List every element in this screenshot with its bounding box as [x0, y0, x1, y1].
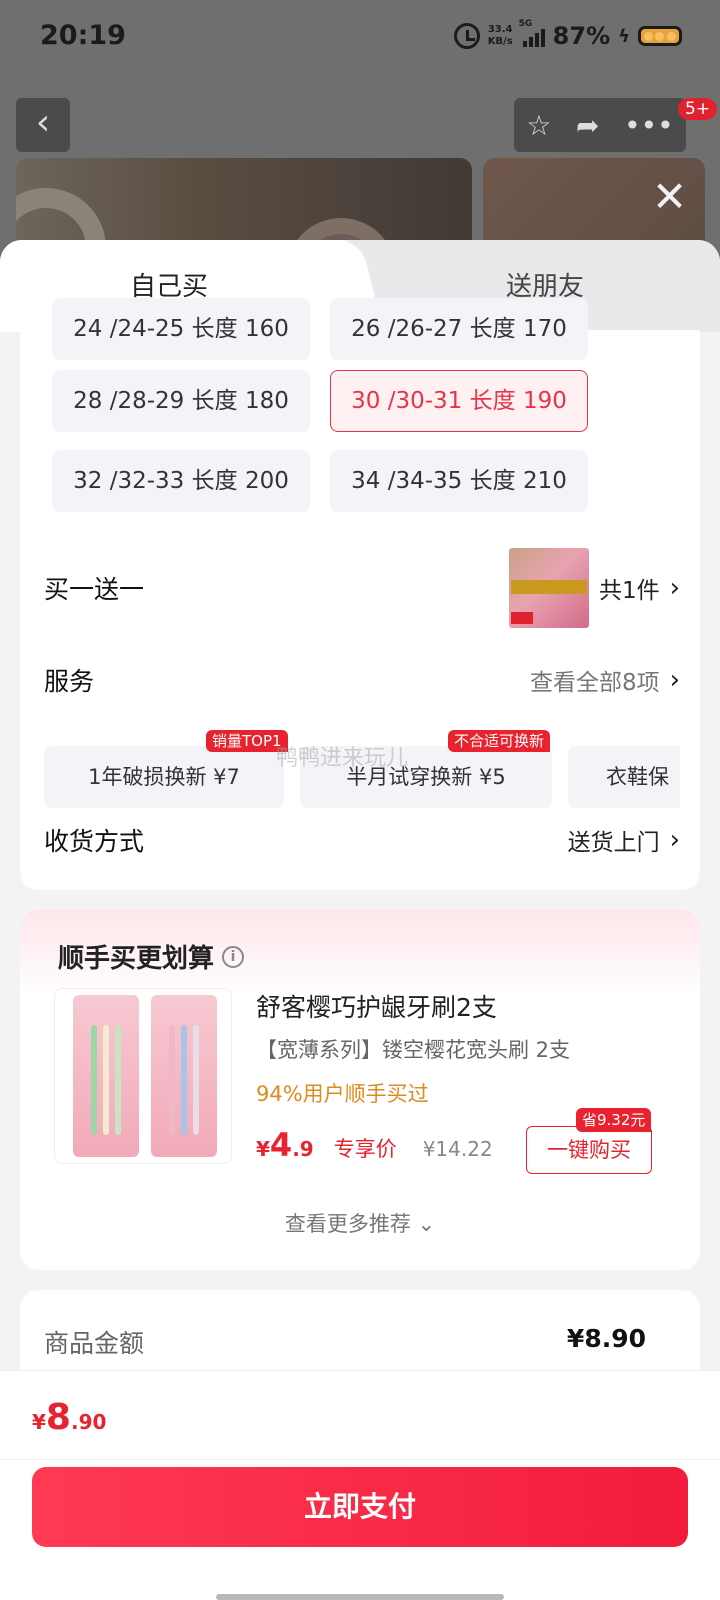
chevron-right-icon: ›	[669, 825, 680, 855]
size-option[interactable]: 28 /28-29 长度 180	[52, 370, 310, 432]
status-bar: 20:19 33.4 KB/s 5G 87% ϟ	[0, 0, 720, 80]
price-symbol: ¥	[256, 1137, 270, 1161]
battery-icon	[638, 26, 682, 46]
service-chip-tag: 不合适可换新	[448, 730, 551, 752]
price-decimal: .9	[292, 1137, 314, 1161]
network-type: 5G	[518, 19, 533, 29]
battery-percent: 87%	[552, 22, 611, 50]
size-option[interactable]: 34 /34-35 长度 210	[330, 450, 588, 512]
info-icon[interactable]: i	[222, 945, 245, 968]
size-option[interactable]: 24 /24-25 长度 160	[52, 298, 310, 360]
chevron-right-icon: ›	[669, 665, 680, 695]
message-badge: 5+	[678, 98, 718, 120]
net-speed-unit: KB/s	[487, 36, 513, 47]
recommend-title-text: 顺手买更划算	[58, 944, 215, 974]
recommend-title: 顺手买更划算 i	[58, 938, 245, 975]
close-sheet-button[interactable]: ✕	[652, 176, 687, 218]
recommend-buy-rate: 94%用户顺手买过	[256, 1082, 429, 1106]
divider	[0, 1459, 720, 1460]
pay-now-button[interactable]: 立即支付	[32, 1467, 688, 1547]
original-price: ¥14.22	[422, 1137, 493, 1161]
close-icon: ✕	[652, 172, 688, 221]
tab-gift-label: 送朋友	[506, 272, 585, 302]
signal-icon: 5G	[519, 19, 545, 47]
price-integer: 4	[269, 1126, 293, 1164]
service-title: 服务	[44, 667, 95, 696]
total-symbol: ¥	[32, 1410, 46, 1434]
home-indicator[interactable]	[216, 1594, 504, 1600]
service-view-all: 查看全部8项	[529, 670, 660, 696]
service-chip[interactable]: 1年破损换新 ¥7	[44, 746, 284, 808]
save-tag: 省9.32元	[576, 1108, 652, 1132]
tab-self-buy-label: 自己买	[130, 272, 209, 302]
amount-value: ¥8.90	[566, 1324, 646, 1353]
spec-card: 24 /24-25 长度 160 26 /26-27 长度 170 28 /28…	[20, 298, 700, 890]
price-label: 专享价	[333, 1137, 397, 1161]
size-option[interactable]: 32 /32-33 长度 200	[52, 450, 310, 512]
recommend-product-name[interactable]: 舒客樱巧护龈牙刷2支	[256, 988, 497, 1024]
star-icon[interactable]: ☆	[526, 109, 551, 142]
delivery-value: 送货上门	[567, 830, 660, 856]
service-chip[interactable]: 衣鞋保	[568, 746, 680, 808]
total-integer: 8	[45, 1397, 71, 1438]
total-price: ¥ 8 .90	[32, 1397, 106, 1438]
amount-label: 商品金额	[44, 1329, 145, 1358]
status-time: 20:19	[40, 20, 126, 51]
gift-thumbnail	[508, 548, 589, 628]
watermark: 鸭鸭进来玩儿	[276, 746, 409, 771]
total-decimal: .90	[70, 1410, 107, 1434]
service-row[interactable]: 服务 查看全部8项 ›	[44, 660, 680, 700]
one-click-buy-button[interactable]: 一键购买	[526, 1126, 652, 1174]
bottom-bar: ¥ 8 .90 立即支付	[0, 1370, 720, 1600]
recommend-card: 顺手买更划算 i 舒客樱巧护龈牙刷2支 【宽薄系列】镂空樱花宽头刷 2支 94%…	[20, 910, 700, 1270]
more-icon[interactable]: •••	[624, 109, 674, 142]
nav-actions: ☆ ➦ •••	[514, 98, 686, 152]
promo-row[interactable]: 买一送一 共1件 ›	[44, 548, 680, 628]
size-option-selected[interactable]: 30 /30-31 长度 190	[330, 370, 588, 432]
net-speed: 33.4 KB/s	[488, 24, 513, 48]
charging-bolt-icon: ϟ	[618, 25, 630, 47]
chevron-right-icon: ›	[669, 573, 680, 603]
chevron-left-icon: ‹	[35, 102, 51, 143]
back-button[interactable]: ‹	[16, 98, 70, 152]
promo-title: 买一送一	[44, 575, 145, 604]
recommend-product-image[interactable]	[54, 988, 232, 1164]
delivery-row[interactable]: 收货方式 送货上门 ›	[44, 818, 680, 862]
recommend-price: ¥ 4 .9 专享价 ¥14.22	[256, 1126, 493, 1164]
net-speed-value: 33.4	[487, 24, 513, 35]
delivery-title: 收货方式	[44, 827, 145, 856]
share-icon[interactable]: ➦	[576, 109, 599, 142]
size-option[interactable]: 26 /26-27 长度 170	[330, 298, 588, 360]
promo-count: 共1件	[598, 578, 660, 604]
more-recommendations[interactable]: 查看更多推荐 ⌄	[20, 1208, 700, 1238]
alarm-icon	[453, 23, 480, 49]
status-icons: 33.4 KB/s 5G 87% ϟ	[453, 19, 682, 50]
recommend-product-subtitle: 【宽薄系列】镂空樱花宽头刷 2支	[256, 1038, 571, 1062]
